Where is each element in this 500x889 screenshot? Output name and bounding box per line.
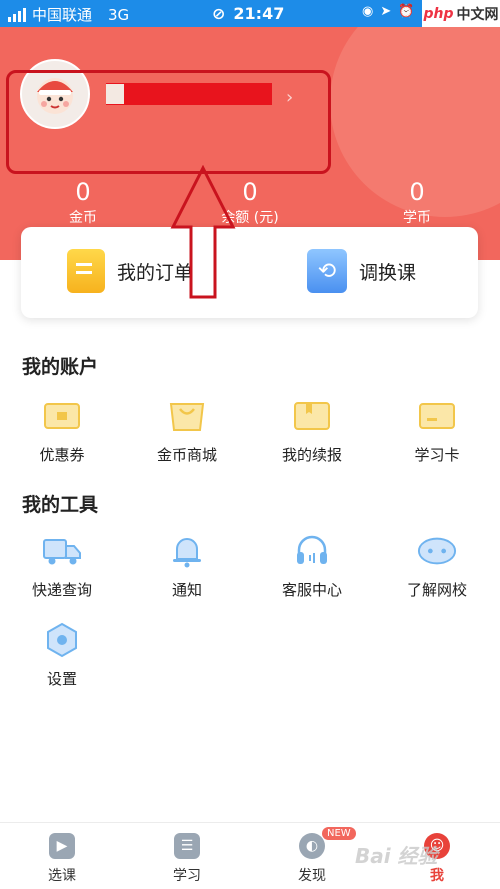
- order-list-icon: [67, 249, 105, 293]
- tab-study[interactable]: ☰ 学习: [147, 833, 227, 885]
- shopping-bag-icon: [167, 398, 207, 434]
- quick-actions-card: 我的订单 ⟲ 调换课: [21, 227, 478, 318]
- profile-header: › 0 金币 0 余额 (元) 0 学币: [0, 27, 500, 260]
- customer-service-label: 客服中心: [281, 581, 342, 599]
- tab-discover[interactable]: ◐ 发现: [272, 833, 352, 885]
- site-logo: php 中文网: [422, 0, 500, 27]
- stat-study-coins-value: 0: [409, 178, 425, 206]
- carrier-name: 中国联通: [32, 6, 93, 24]
- stat-coins-value: 0: [75, 178, 91, 206]
- compass-icon: ◐: [299, 833, 325, 859]
- coupon-button[interactable]: 优惠券: [2, 398, 122, 465]
- site-logo-part-1: php: [423, 5, 454, 22]
- stat-study-coins[interactable]: 0 学币: [362, 179, 472, 227]
- about-school-button[interactable]: 了解网校: [377, 533, 497, 600]
- signal-icon: [8, 7, 26, 22]
- annotation-arrow-up-icon: [170, 165, 236, 299]
- bell-icon: [167, 533, 207, 569]
- tab-courses-label: 选课: [48, 868, 76, 884]
- coin-mall-button[interactable]: 金币商城: [127, 398, 247, 465]
- swap-icon: ⟲: [307, 249, 347, 293]
- account-section-title: 我的账户: [22, 356, 99, 378]
- alarm-icon: ⏰: [398, 4, 415, 19]
- annotation-highlight-box: [6, 70, 331, 174]
- truck-icon: [42, 533, 82, 569]
- network-type: 3G: [108, 5, 130, 24]
- site-logo-part-2: 中文网: [456, 6, 499, 23]
- new-badge: NEW: [322, 827, 356, 840]
- headset-icon: [292, 533, 332, 569]
- settings-button[interactable]: 设置: [2, 622, 122, 689]
- link-icon: ⊘: [212, 4, 226, 23]
- stats-row: 0 金币 0 余额 (元) 0 学币: [0, 179, 500, 229]
- settings-hex-icon: [42, 622, 82, 658]
- clock-time: 21:47: [233, 4, 285, 23]
- coin-mall-label: 金币商城: [156, 446, 217, 464]
- stat-study-coins-label: 学币: [403, 210, 431, 226]
- notifications-button[interactable]: 通知: [127, 533, 247, 600]
- tab-discover-label: 发现: [298, 868, 326, 884]
- status-bar: 中国联通 3G ⊘ 21:47 ◉ ➤ ⏰ php 中文网: [0, 0, 500, 27]
- my-renewal-button[interactable]: 我的续报: [252, 398, 372, 465]
- about-school-label: 了解网校: [406, 581, 467, 599]
- tab-courses[interactable]: ▶ 选课: [22, 833, 102, 885]
- renewal-icon: [292, 398, 332, 434]
- stat-coins-label: 金币: [69, 210, 97, 226]
- express-query-label: 快递查询: [31, 581, 92, 599]
- customer-service-button[interactable]: 客服中心: [252, 533, 372, 600]
- location-icon: ➤: [380, 4, 392, 19]
- play-icon: ▶: [49, 833, 75, 859]
- swap-course-button[interactable]: ⟲ 调换课: [307, 249, 416, 293]
- tools-section-title: 我的工具: [22, 494, 99, 516]
- tab-study-label: 学习: [173, 868, 201, 884]
- rotation-lock-icon: ◉: [362, 4, 374, 19]
- express-query-button[interactable]: 快递查询: [2, 533, 122, 600]
- settings-label: 设置: [46, 670, 77, 688]
- coupon-icon: [42, 398, 82, 434]
- card-icon: [417, 398, 457, 434]
- watermark: Bai 经验: [355, 844, 438, 868]
- my-renewal-label: 我的续报: [281, 446, 342, 464]
- list-icon: ☰: [174, 833, 200, 859]
- swap-course-label: 调换课: [359, 261, 417, 284]
- study-card-button[interactable]: 学习卡: [377, 398, 497, 465]
- coupon-label: 优惠券: [39, 446, 85, 464]
- my-profile-screen: 中国联通 3G ⊘ 21:47 ◉ ➤ ⏰ php 中文网 › 0 金币 0 余…: [0, 0, 500, 889]
- stat-coins[interactable]: 0 金币: [28, 179, 138, 227]
- notifications-label: 通知: [171, 581, 202, 599]
- chat-cloud-icon: [417, 533, 457, 569]
- study-card-label: 学习卡: [414, 446, 460, 464]
